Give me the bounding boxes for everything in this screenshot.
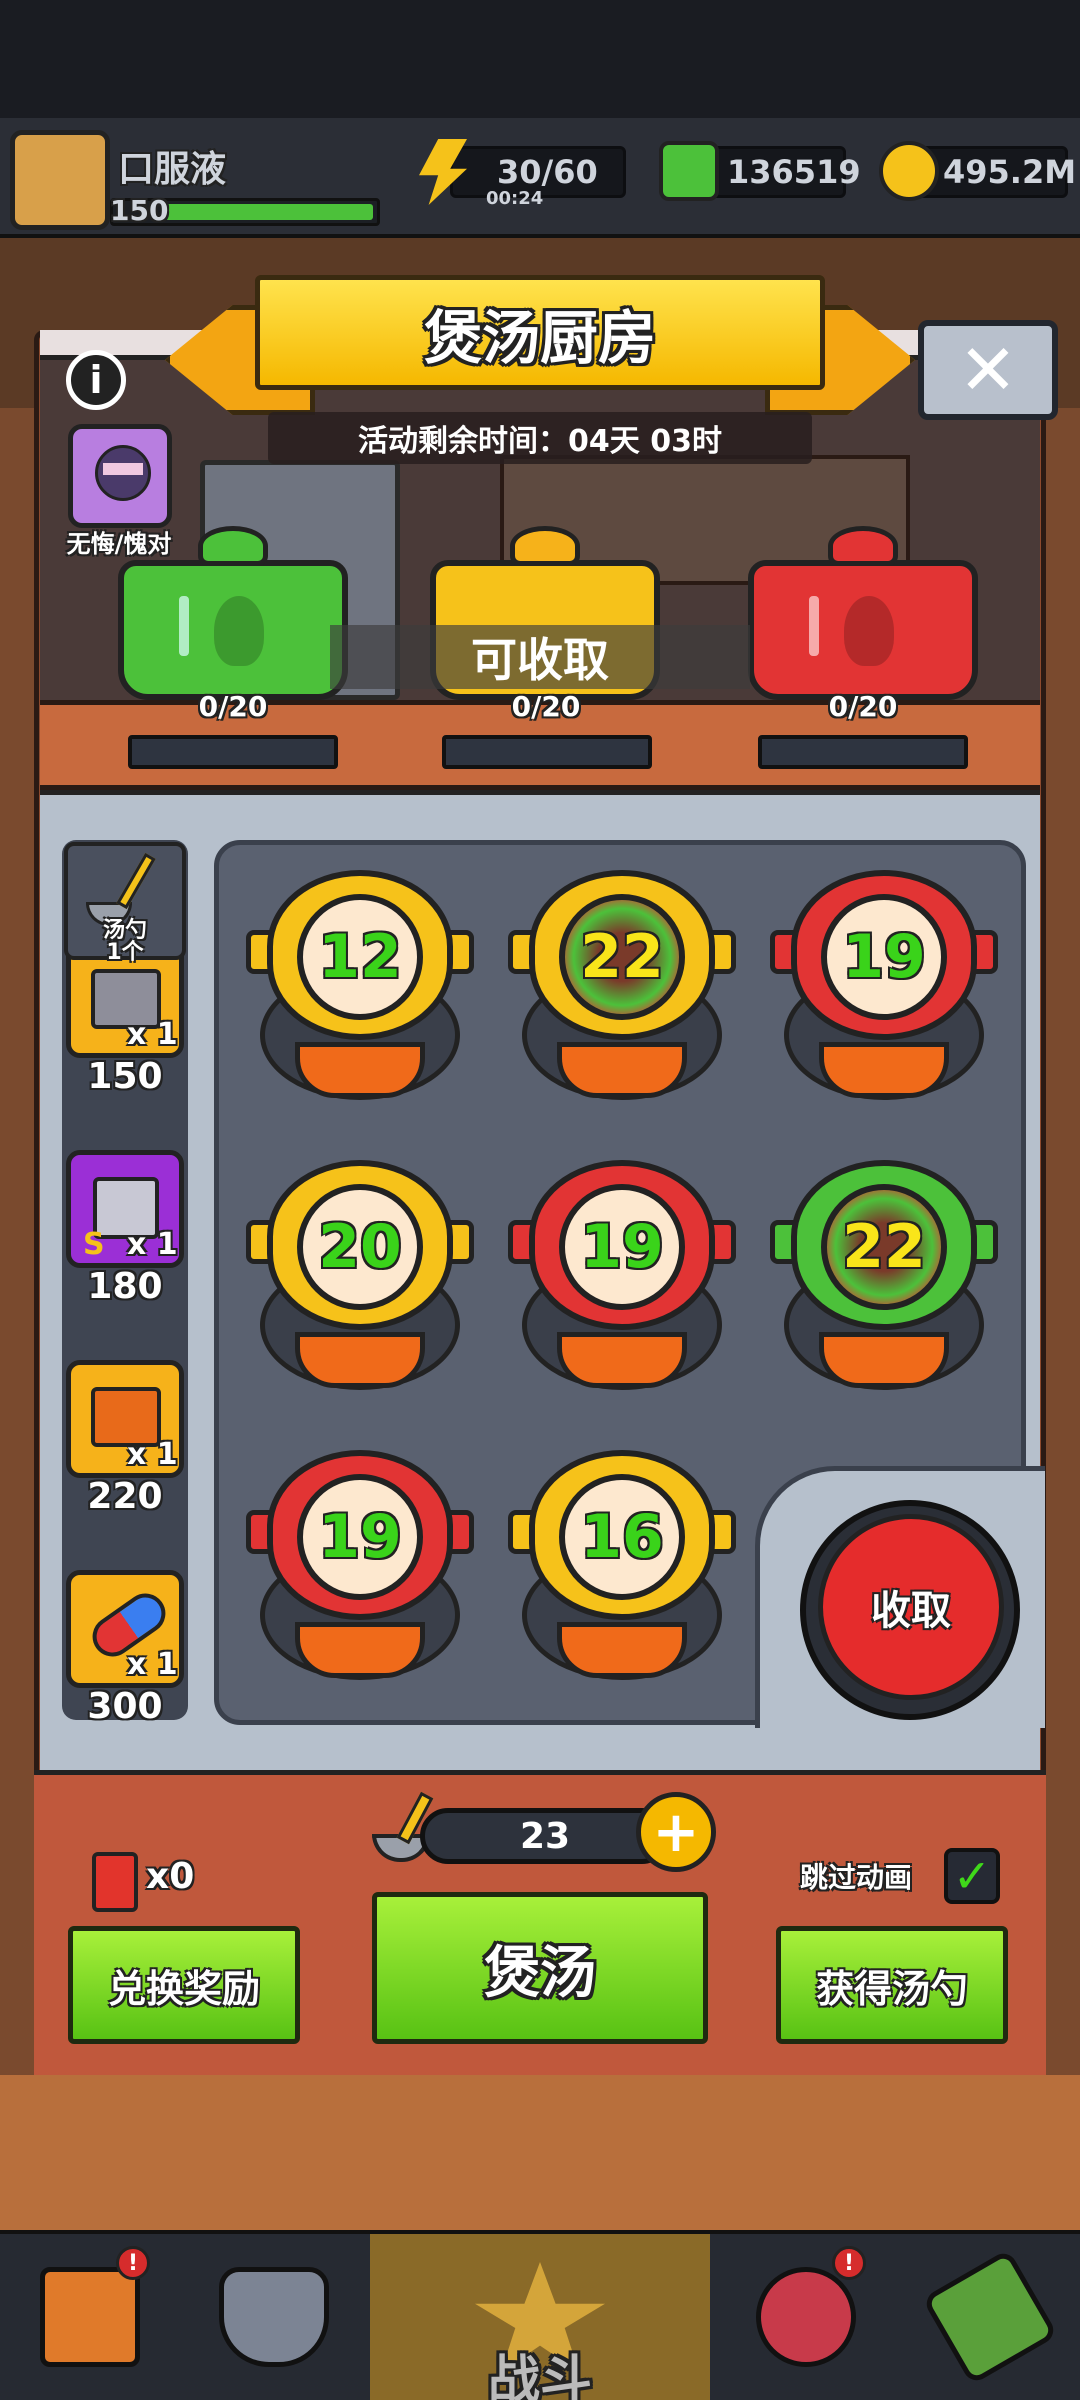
soup-pot[interactable]: 19 (770, 860, 998, 1110)
player-avatar[interactable] (10, 130, 110, 230)
nav-team[interactable] (716, 2234, 896, 2400)
soup-pot[interactable]: 22 (770, 1150, 998, 1400)
soup-pot[interactable]: 20 (246, 1150, 474, 1400)
burner-flame (819, 1042, 949, 1098)
nav-badge: ! (832, 2246, 866, 2280)
add-ladle-button[interactable]: + (636, 1792, 716, 1872)
coin-value: 495.2M (943, 153, 1077, 191)
reward-cost: 300 (87, 1686, 163, 1726)
collect-button[interactable]: 收取 (818, 1514, 1004, 1700)
cook-soup-button[interactable]: 煲汤 (372, 1892, 708, 2044)
reward-qty: x 1 (127, 1017, 178, 1052)
nav-shop[interactable] (0, 2234, 180, 2400)
burner-flame (557, 1042, 687, 1098)
big-pot-yellow-bar (442, 735, 652, 769)
soup-pot[interactable]: 19 (508, 1150, 736, 1400)
reward-skull-chest[interactable]: x 1 (66, 1360, 184, 1478)
skip-animation-checkbox[interactable]: ✓ (944, 1848, 1000, 1904)
burner-flame (557, 1332, 687, 1388)
big-pot-red[interactable] (748, 526, 978, 700)
event-timer: 活动剩余时间：04天 03时 (268, 412, 812, 464)
big-pot-green[interactable] (118, 526, 348, 700)
event-avatar[interactable] (68, 424, 172, 528)
energy-value: 30/60 (497, 153, 598, 191)
burner-flame (819, 1332, 949, 1388)
ticket-icon (92, 1852, 138, 1912)
pot-value: 20 (297, 1184, 423, 1310)
big-pot-yellow-progress: 0/20 (511, 690, 581, 723)
nav-badge: ! (116, 2246, 150, 2280)
nav-equipment[interactable] (184, 2234, 364, 2400)
plus-icon: + (652, 1799, 700, 1865)
soup-pot[interactable]: 19 (246, 1440, 474, 1690)
big-pot-red-progress: 0/20 (828, 690, 898, 723)
coin-counter[interactable]: 495.2M (879, 141, 1076, 201)
team-icon (756, 2267, 856, 2367)
coin-icon (879, 141, 939, 201)
gem-counter[interactable]: 136519 (659, 141, 861, 201)
pot-value: 19 (559, 1184, 685, 1310)
pot-value: 19 (297, 1474, 423, 1600)
armor-icon (219, 2267, 329, 2367)
dna-icon (921, 2248, 1059, 2386)
collectable-label: 可收取 (330, 625, 750, 689)
nav-battle-label: 战斗 (487, 2351, 592, 2400)
big-pot-red-bar (758, 735, 968, 769)
lower-background (0, 2075, 1080, 2230)
reward-cost: 220 (87, 1476, 163, 1517)
gem-icon (659, 141, 719, 201)
redeem-button[interactable]: 兑换奖励 (68, 1926, 300, 2044)
ticket-count: x0 (146, 1856, 195, 1897)
avatar-caption: 无悔/愧对 (66, 530, 172, 558)
flame-icon (844, 596, 894, 666)
pot-value: 12 (297, 894, 423, 1020)
ladle-count: 23 (420, 1808, 670, 1864)
burner-flame (295, 1622, 425, 1678)
soup-pot[interactable]: 22 (508, 860, 736, 1110)
reward-qty: x 1 (127, 1647, 178, 1682)
burner-flame (295, 1332, 425, 1388)
skip-animation-label: 跳过动画 (800, 1861, 913, 1894)
soup-pot[interactable]: 16 (508, 1440, 736, 1690)
get-ladle-button[interactable]: 获得汤勺 (776, 1926, 1008, 2044)
shop-icon (40, 2267, 140, 2367)
ladle-slot-label: 汤勺 1个 (102, 918, 147, 965)
flame-icon (214, 596, 264, 666)
burner-flame (557, 1622, 687, 1678)
pot-value: 22 (559, 894, 685, 1020)
nav-research[interactable] (900, 2234, 1080, 2400)
reward-purple-chest[interactable]: S x 1 (66, 1150, 184, 1268)
reward-tag: S (83, 1227, 105, 1262)
soup-pot[interactable]: 12 (246, 860, 474, 1110)
big-pot-green-progress: 0/20 (198, 690, 268, 723)
reward-cost: 150 (87, 1056, 163, 1097)
gem-value: 136519 (727, 153, 861, 191)
close-button[interactable]: ✕ (918, 320, 1058, 420)
burner-flame (295, 1042, 425, 1098)
reward-qty: x 1 (127, 1227, 178, 1262)
pot-value: 22 (821, 1184, 947, 1310)
reward-pill[interactable]: x 1 (66, 1570, 184, 1688)
pot-value: 19 (821, 894, 947, 1020)
reward-qty: x 1 (127, 1437, 178, 1472)
player-name: 口服液 (118, 149, 227, 190)
reward-cost: 180 (87, 1266, 163, 1307)
info-icon: i (89, 358, 103, 402)
close-icon: ✕ (958, 329, 1018, 411)
big-pot-green-bar (128, 735, 338, 769)
pot-value: 16 (559, 1474, 685, 1600)
info-button[interactable]: i (66, 350, 126, 410)
energy-timer: 00:24 (486, 188, 544, 209)
dialog-title: 煲汤厨房 (255, 275, 825, 390)
player-level: 150 (110, 194, 169, 227)
checkmark-icon: ✓ (952, 1849, 992, 1903)
